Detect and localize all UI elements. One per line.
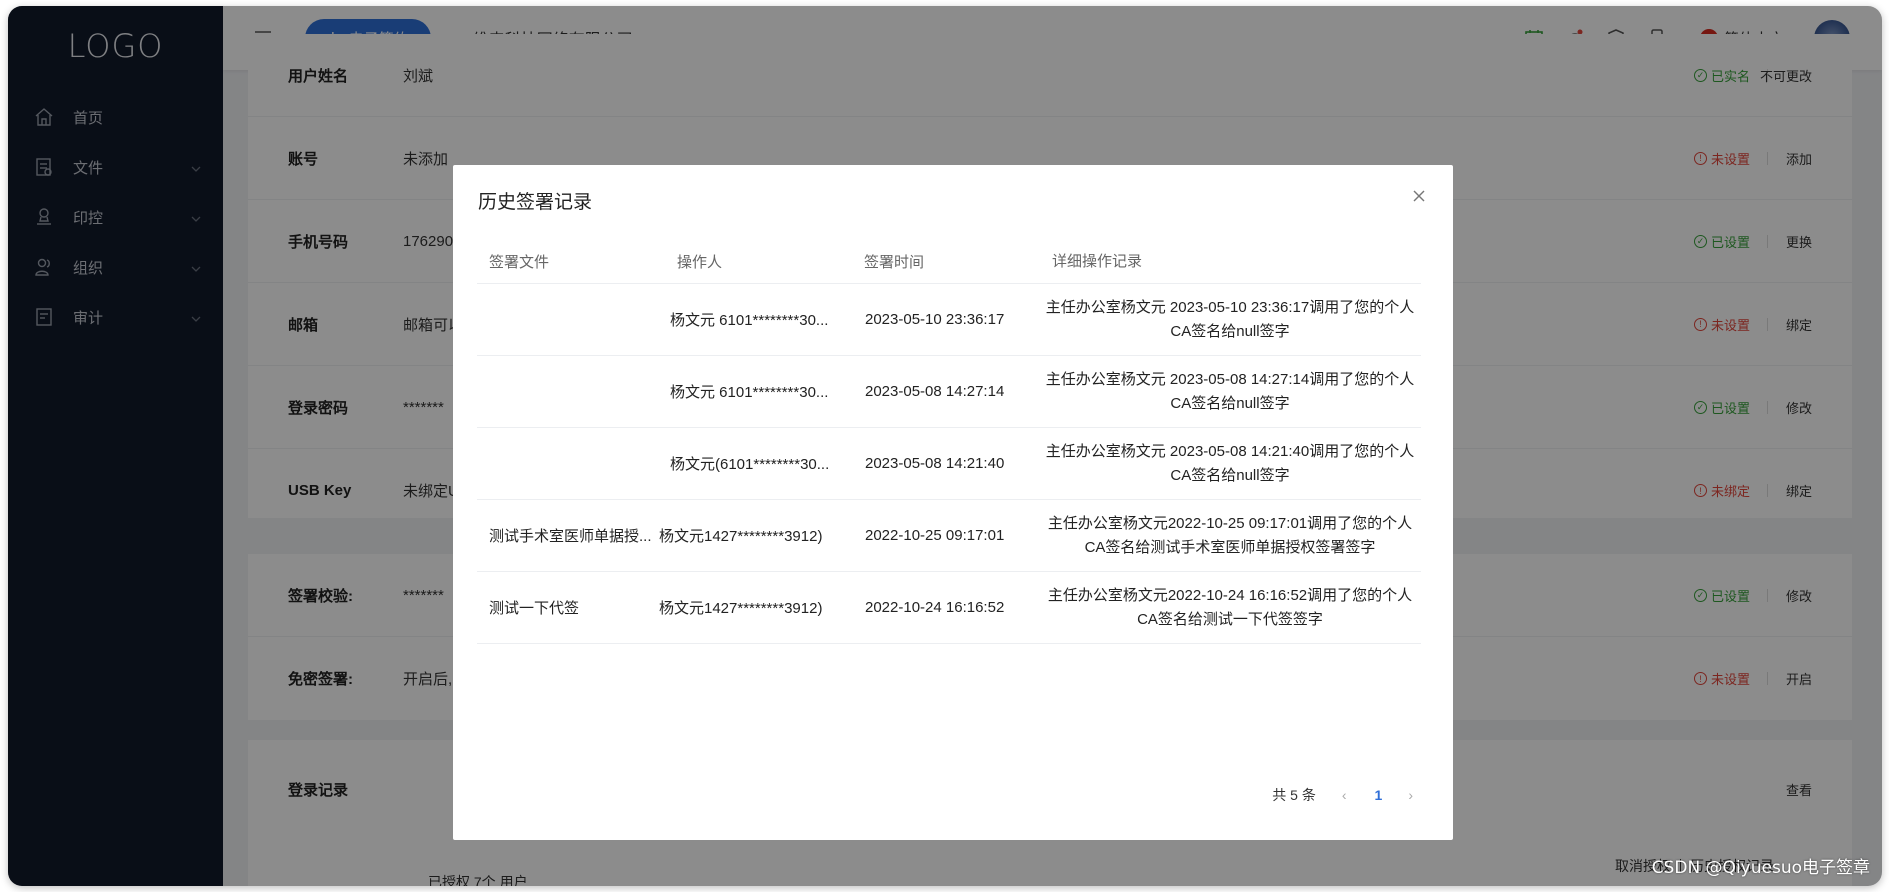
signing-records-table: 签署文件 操作人 签署时间 详细操作记录 杨文元 6101********30.… xyxy=(477,240,1421,644)
modal-title: 历史签署记录 xyxy=(478,192,593,213)
cell-operator: 杨文元(6101********30... xyxy=(670,456,830,473)
column-header: 详细操作记录 xyxy=(1052,252,1143,270)
cell-file: 测试一下代签 xyxy=(489,600,580,617)
table-row: 杨文元 6101********30... 2023-05-08 14:27:1… xyxy=(477,356,1421,428)
cell-detail: 主任办公室杨文元2022-10-24 16:16:52调用了您的个人CA签名给测… xyxy=(1047,586,1413,628)
cell-operator: 杨文元 6101********30... xyxy=(670,312,829,329)
table-row: 测试手术室医师单据授... 杨文元1427********3912) 2022-… xyxy=(477,500,1421,572)
total-count: 共 5 条 xyxy=(1272,787,1316,803)
cell-time: 2022-10-25 09:17:01 xyxy=(865,527,1005,544)
table-row: 杨文元(6101********30... 2023-05-08 14:21:4… xyxy=(477,428,1421,500)
cell-detail: 主任办公室杨文元 2023-05-08 14:21:40调用了您的个人CA签名给… xyxy=(1045,442,1415,484)
cell-detail: 主任办公室杨文元 2023-05-08 14:27:14调用了您的个人CA签名给… xyxy=(1045,370,1415,412)
cell-time: 2023-05-10 23:36:17 xyxy=(865,311,1005,328)
cell-detail: 主任办公室杨文元 2023-05-10 23:36:17调用了您的个人CA签名给… xyxy=(1045,298,1415,340)
table-header: 签署文件 操作人 签署时间 详细操作记录 xyxy=(477,240,1421,284)
column-header: 签署文件 xyxy=(489,254,550,271)
table-row: 杨文元 6101********30... 2023-05-10 23:36:1… xyxy=(477,284,1421,356)
history-signing-modal: 历史签署记录 签署文件 操作人 签署时间 详细操作记录 杨文元 6101****… xyxy=(453,165,1453,840)
next-page-icon[interactable]: › xyxy=(1408,787,1413,803)
close-icon[interactable] xyxy=(1412,189,1428,205)
cell-detail: 主任办公室杨文元2022-10-25 09:17:01调用了您的个人CA签名给测… xyxy=(1047,514,1413,556)
watermark: CSDN @Qiyuesuo电子签章 xyxy=(1651,858,1870,878)
cell-time: 2023-05-08 14:27:14 xyxy=(865,383,1005,400)
app-window: LOGO 首页 文件 印控 组织 审计 用户姓名 刘斌 ✓ 已实名 不可更改 账… xyxy=(8,6,1882,886)
column-header: 签署时间 xyxy=(864,254,925,271)
cell-time: 2023-05-08 14:21:40 xyxy=(865,455,1005,472)
cell-time: 2022-10-24 16:16:52 xyxy=(865,599,1005,616)
cell-operator: 杨文元1427********3912) xyxy=(659,600,823,617)
pagination: 共 5 条 ‹ 1 › xyxy=(1272,785,1413,805)
page-number[interactable]: 1 xyxy=(1375,787,1383,803)
table-row: 测试一下代签 杨文元1427********3912) 2022-10-24 1… xyxy=(477,572,1421,644)
cell-operator: 杨文元 6101********30... xyxy=(670,384,829,401)
prev-page-icon[interactable]: ‹ xyxy=(1342,787,1347,803)
cell-file: 测试手术室医师单据授... xyxy=(489,528,652,545)
cell-operator: 杨文元1427********3912) xyxy=(659,528,823,545)
column-header: 操作人 xyxy=(677,254,723,271)
